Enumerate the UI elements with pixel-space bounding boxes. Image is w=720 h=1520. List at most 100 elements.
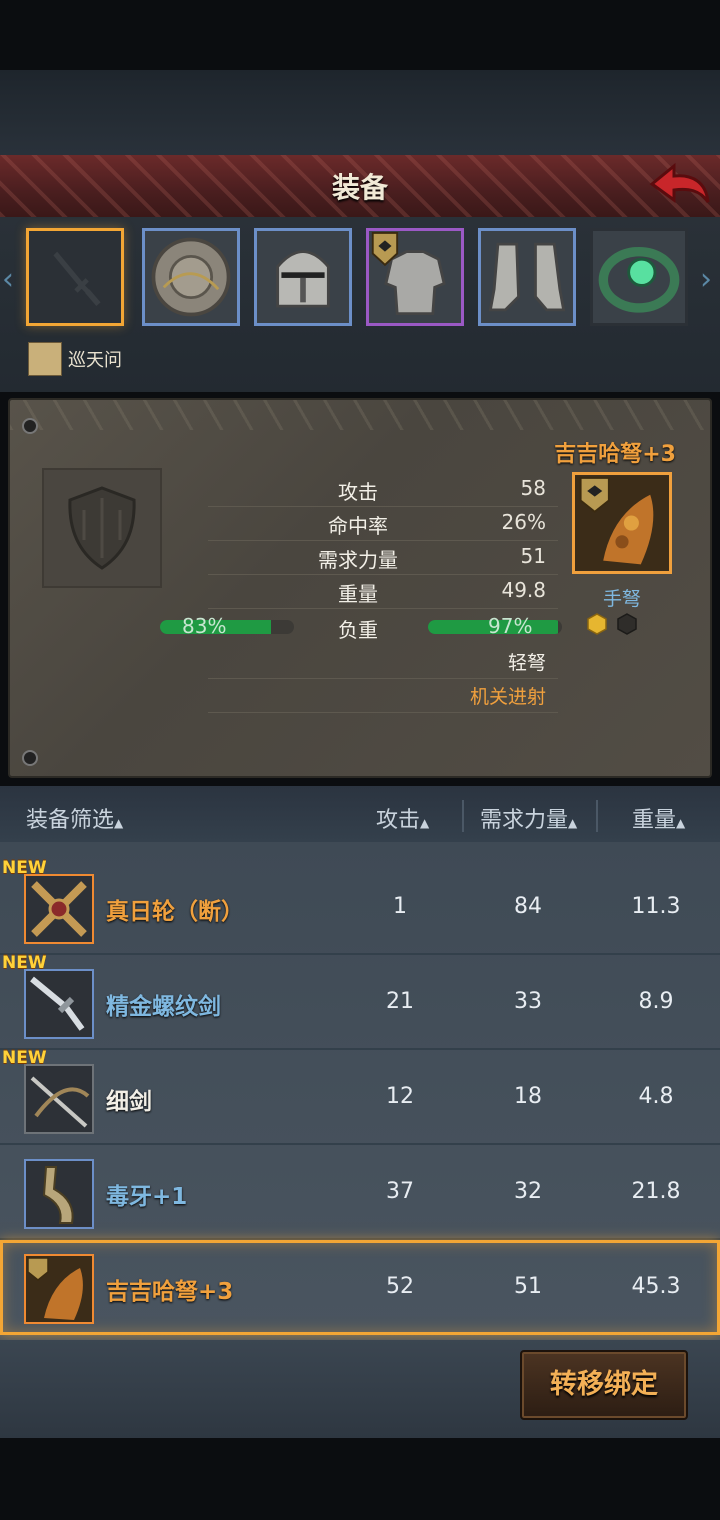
load-bar-left (160, 620, 294, 634)
crossbow-icon (575, 476, 669, 570)
item-icon (24, 1254, 94, 1324)
broken-sun-wheel-icon (31, 881, 87, 937)
greaves-icon (488, 242, 566, 312)
scroll-right-icon[interactable]: › (700, 262, 720, 302)
sort-arrow-icon: ▲ (568, 816, 578, 830)
filter-attack-sort[interactable]: 攻击▲ (376, 802, 429, 834)
helmet-icon (276, 250, 330, 308)
stat-strength: 需求力量 51 (208, 540, 558, 575)
back-arrow-icon (649, 162, 710, 203)
item-strength: 51 (514, 1274, 542, 1299)
attack-value: 58 (520, 476, 546, 500)
item-weight: 11.3 (631, 894, 681, 919)
strength-label: 需求力量 (318, 548, 398, 572)
item-name: 毒牙+1 (106, 1184, 188, 1210)
strength-value: 51 (520, 544, 546, 568)
list-item[interactable]: NEW 精金螺纹剑 21 33 8.9 (0, 953, 720, 1050)
item-attack: 37 (386, 1179, 414, 1204)
filter-weight-label: 重量 (632, 808, 677, 833)
item-icon (24, 1064, 94, 1134)
stat-attack: 攻击 58 (208, 472, 558, 507)
item-strength: 84 (514, 894, 542, 919)
plate-armor-icon (371, 231, 446, 316)
item-weight: 45.3 (631, 1274, 681, 1299)
list-item[interactable]: NEW 真日轮（断） 1 84 11.3 (0, 858, 720, 955)
weapon-class-row: 轻弩 (208, 644, 558, 679)
shield-slot[interactable] (142, 228, 240, 326)
scroll-left-icon[interactable]: ‹ (2, 262, 22, 302)
filter-strength-label: 需求力量 (480, 808, 569, 833)
shield-placeholder-icon (68, 486, 136, 570)
boots-slot[interactable] (478, 228, 576, 326)
item-name: 真日轮（断） (106, 899, 244, 925)
load-right-text: 97% (488, 614, 533, 638)
weapon-class: 轻弩 (507, 652, 546, 674)
ring-slot[interactable] (590, 228, 688, 326)
round-shield-icon (151, 237, 231, 317)
weapon-slot-empty[interactable] (26, 228, 124, 326)
new-badge: NEW (2, 953, 47, 973)
item-strength: 18 (514, 1084, 542, 1109)
item-attack: 1 (393, 894, 407, 919)
item-attack: 52 (386, 1274, 414, 1299)
filter-attack-label: 攻击 (376, 808, 421, 833)
armor-slot[interactable] (366, 228, 464, 326)
hero-avatar (28, 342, 62, 376)
item-list[interactable]: NEW 真日轮（断） 1 84 11.3 NEW 精金螺纹剑 21 33 8.9… (0, 842, 720, 1340)
selected-weapon-name: 吉吉哈弩+3 (554, 442, 676, 467)
helmet-slot[interactable] (254, 228, 352, 326)
sort-arrow-icon: ▲ (420, 816, 430, 830)
item-attack: 12 (386, 1084, 414, 1109)
spiral-sword-icon (30, 976, 85, 1031)
hit-value: 26% (501, 510, 546, 534)
selected-weapon-type: 手弩 (602, 588, 641, 610)
back-button[interactable] (648, 160, 712, 210)
load-label: 负重 (338, 618, 378, 642)
weapon-trait-row: 机关进射 (208, 678, 558, 713)
sword-icon (53, 251, 101, 307)
item-name: 吉吉哈弩+3 (106, 1279, 234, 1305)
item-strength: 32 (514, 1179, 542, 1204)
list-item[interactable]: 毒牙+1 37 32 21.8 (0, 1145, 720, 1240)
divider (596, 800, 598, 832)
empty-weapon-placeholder (42, 468, 162, 588)
item-icon (24, 1159, 94, 1229)
item-weight: 4.8 (638, 1084, 674, 1109)
hero-name: 巡天问 (68, 350, 122, 371)
item-attack: 21 (386, 989, 414, 1014)
weight-label: 重量 (338, 582, 378, 606)
divider (462, 800, 464, 832)
attack-label: 攻击 (338, 480, 378, 504)
filter-weight-sort[interactable]: 重量▲ (632, 802, 685, 834)
stat-weight: 重量 49.8 (208, 574, 558, 609)
rapier-icon (30, 1076, 90, 1128)
item-name: 细剑 (106, 1089, 152, 1115)
new-badge: NEW (2, 1048, 47, 1068)
sort-arrow-icon: ▲ (114, 816, 124, 830)
empty-gem-socket-icon (617, 613, 637, 635)
item-name: 精金螺纹剑 (106, 994, 221, 1020)
list-item[interactable]: NEW 细剑 12 18 4.8 (0, 1048, 720, 1145)
stat-hit: 命中率 26% (208, 506, 558, 541)
filter-name-label: 装备筛选 (26, 808, 115, 833)
weapon-trait: 机关进射 (469, 686, 546, 708)
item-icon (24, 874, 94, 944)
fang-blade-icon (42, 1166, 74, 1224)
transfer-bind-label: 转移绑定 (550, 1369, 658, 1400)
load-left-text: 83% (182, 614, 227, 638)
emerald-ring-icon (598, 246, 680, 313)
item-strength: 33 (514, 989, 542, 1014)
filter-name-sort[interactable]: 装备筛选▲ (26, 802, 123, 834)
filter-strength-sort[interactable]: 需求力量▲ (480, 802, 577, 834)
item-icon (24, 969, 94, 1039)
transfer-bind-button[interactable]: 转移绑定 (520, 1350, 688, 1420)
item-weight: 8.9 (638, 989, 674, 1014)
weight-value: 49.8 (501, 578, 546, 602)
yellow-gem-icon (587, 613, 607, 635)
new-badge: NEW (2, 858, 47, 878)
page-title: 装备 (331, 171, 388, 204)
selected-weapon-image (572, 472, 672, 574)
hit-label: 命中率 (328, 514, 388, 538)
list-item-selected[interactable]: 吉吉哈弩+3 52 51 45.3 (0, 1240, 720, 1335)
hero-info[interactable]: 巡天问 (28, 342, 122, 376)
